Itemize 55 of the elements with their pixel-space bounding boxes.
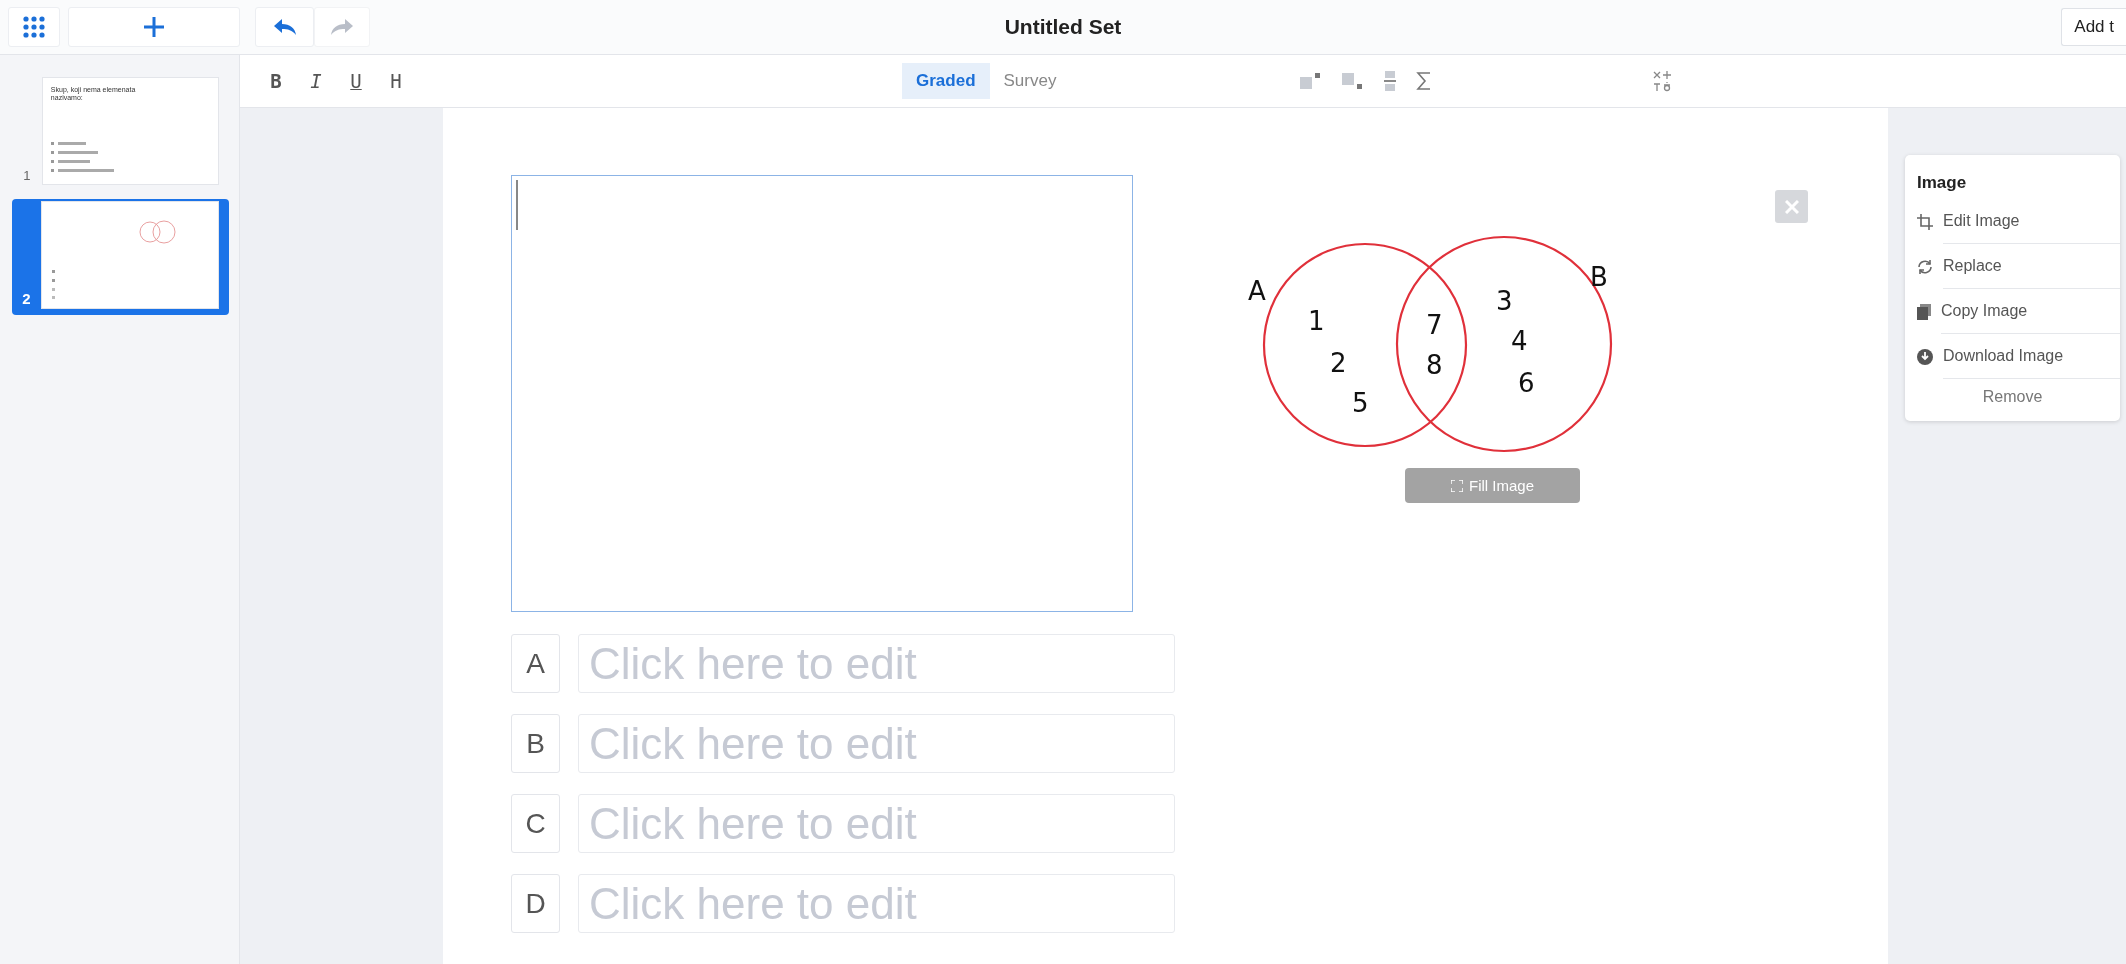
answer-letter: B xyxy=(511,714,560,773)
mode-tab[interactable]: Graded xyxy=(902,63,990,99)
set-element: 6 xyxy=(1518,368,1535,398)
copy-icon xyxy=(1917,303,1931,320)
add-button[interactable]: Add t xyxy=(2061,8,2126,46)
answer-letter: A xyxy=(511,634,560,693)
italic-button[interactable]: I xyxy=(298,68,334,94)
heading-button[interactable]: H xyxy=(378,68,414,94)
undo-icon xyxy=(272,18,297,36)
redo-icon xyxy=(330,18,354,36)
slide-number: 1 xyxy=(22,168,32,185)
answer-letter: D xyxy=(511,874,560,933)
superscript-icon[interactable] xyxy=(1300,73,1323,89)
undo-button[interactable] xyxy=(255,7,314,47)
plus-icon xyxy=(143,16,165,38)
venn-diagram[interactable]: A B 1 2 5 7 8 3 4 6 xyxy=(1240,220,1640,460)
grid-icon xyxy=(23,16,45,38)
set-element: 3 xyxy=(1496,286,1513,316)
set-element: 5 xyxy=(1352,388,1369,418)
download-icon xyxy=(1917,348,1933,365)
text-cursor xyxy=(516,180,518,230)
sigma-icon[interactable] xyxy=(1416,71,1433,91)
answer-field[interactable]: Click here to edit xyxy=(578,874,1175,933)
set-element: 8 xyxy=(1426,350,1443,380)
underline-button[interactable]: U xyxy=(338,68,374,94)
slide-number: 2 xyxy=(21,290,32,309)
answer-field[interactable]: Click here to edit xyxy=(578,634,1175,693)
menu-title: Image xyxy=(1917,173,1968,193)
answer-field[interactable]: Click here to edit xyxy=(578,794,1175,853)
set-element: 1 xyxy=(1308,306,1325,336)
question-field[interactable] xyxy=(511,175,1133,612)
answer-field[interactable]: Click here to edit xyxy=(578,714,1175,773)
menu-item[interactable]: Copy Image xyxy=(1917,289,2120,334)
mode-tab[interactable]: Survey xyxy=(989,63,1071,99)
close-icon xyxy=(1784,199,1799,214)
refresh-icon xyxy=(1917,258,1933,275)
fraction-icon[interactable] xyxy=(1384,71,1397,91)
set-title: Untitled Set xyxy=(1004,15,1122,38)
menu-item[interactable]: Replace xyxy=(1917,244,2120,289)
subscript-icon[interactable] xyxy=(1342,73,1365,89)
crop-icon xyxy=(1917,213,1933,230)
set-element: 7 xyxy=(1426,310,1443,340)
add-slide-button[interactable] xyxy=(68,7,240,47)
set-label: B xyxy=(1590,262,1608,292)
slide-thumbnail[interactable]: 2 xyxy=(12,199,229,315)
apps-button[interactable] xyxy=(8,7,60,47)
set-element: 4 xyxy=(1511,326,1528,356)
expand-icon xyxy=(1451,479,1463,492)
menu-item[interactable]: Edit Image xyxy=(1917,199,2120,244)
set-label: A xyxy=(1248,276,1266,306)
menu-item[interactable]: Download Image xyxy=(1917,334,2120,379)
set-element: 2 xyxy=(1330,348,1347,378)
bold-button[interactable]: B xyxy=(258,68,294,94)
answer-letter: C xyxy=(511,794,560,853)
remove-button[interactable]: Remove xyxy=(1976,387,2049,407)
